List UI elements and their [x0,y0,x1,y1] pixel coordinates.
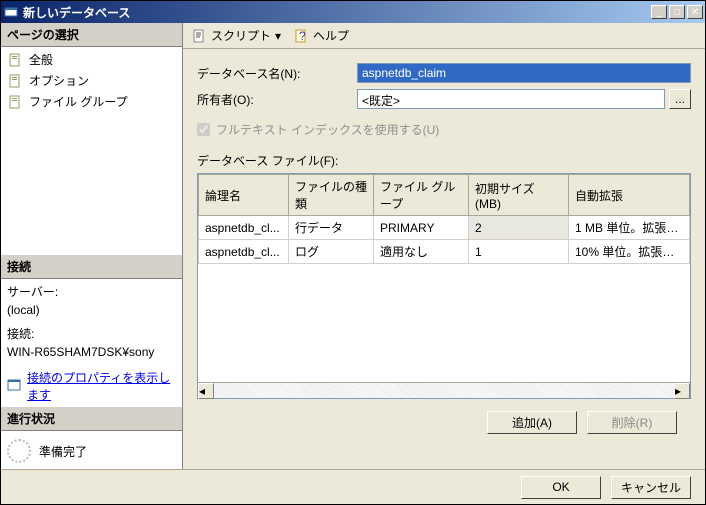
horizontal-scrollbar[interactable]: ◂ ▸ [198,382,690,398]
ok-button[interactable]: OK [521,476,601,499]
sidebar-item-options[interactable]: オプション [3,70,180,91]
help-button[interactable]: ? ヘルプ [289,25,353,46]
owner-browse-button[interactable]: ... [669,89,691,109]
dialog-footer: OK キャンセル [1,469,705,504]
sidebar-item-label: 全般 [29,51,53,68]
sidebar-item-filegroups[interactable]: ファイル グループ [3,91,180,112]
col-header[interactable]: ファイル グループ [374,175,469,216]
page-icon [7,73,23,89]
minimize-button[interactable]: _ [651,5,667,19]
svg-text:?: ? [299,29,306,43]
main-panel: スクリプト ▾ ? ヘルプ データベース名(N): aspnetdb_claim… [183,23,705,471]
maximize-button[interactable]: □ [669,5,685,19]
section-header-page: ページの選択 [1,23,182,47]
progress-text: 準備完了 [39,443,87,460]
dbname-input[interactable]: aspnetdb_claim [357,63,691,83]
conn-label: 接続: [7,325,176,343]
remove-button: 削除(R) [587,411,677,434]
conn-properties-link[interactable]: 接続のプロパティを表示します [1,365,182,407]
dropdown-arrow-icon: ▾ [275,29,281,43]
conn-value: WIN-R65SHAM7DSK¥sony [7,343,176,361]
dbname-label: データベース名(N): [197,65,357,82]
properties-icon [7,378,21,395]
server-label: サーバー: [7,283,176,301]
sidebar-item-label: ファイル グループ [29,93,128,110]
files-grid[interactable]: 論理名 ファイルの種類 ファイル グループ 初期サイズ (MB) 自動拡張 as… [197,173,691,399]
progress-spinner-icon [7,439,31,463]
files-label: データベース ファイル(F): [197,152,691,169]
col-header[interactable]: 自動拡張 [569,175,690,216]
add-button[interactable]: 追加(A) [487,411,577,434]
server-value: (local) [7,301,176,319]
table-row[interactable]: aspnetdb_cl... 行データ PRIMARY 2 1 MB 単位。拡張… [199,216,690,240]
page-icon [7,52,23,68]
sidebar-item-label: オプション [29,72,89,89]
col-header[interactable]: 論理名 [199,175,289,216]
sidebar-item-general[interactable]: 全般 [3,49,180,70]
col-header[interactable]: ファイルの種類 [289,175,374,216]
section-header-progress: 進行状況 [1,407,182,431]
scroll-left-icon[interactable]: ◂ [198,383,214,399]
script-menu[interactable]: スクリプト ▾ [187,25,285,46]
scroll-right-icon[interactable]: ▸ [674,383,690,399]
cancel-button[interactable]: キャンセル [611,476,691,499]
titlebar: 新しいデータベース _ □ ✕ [1,1,705,23]
table-row[interactable]: aspnetdb_cl... ログ 適用なし 1 10% 単位。拡張制限なし。 [199,240,690,264]
col-header[interactable]: 初期サイズ (MB) [469,175,569,216]
fulltext-checkbox [197,123,210,136]
script-icon [191,28,207,44]
sidebar: ページの選択 全般 オプション ファイル グループ 接続 サーバー: (loca… [1,23,183,471]
close-button[interactable]: ✕ [687,5,703,19]
help-icon: ? [293,28,309,44]
toolbar: スクリプト ▾ ? ヘルプ [183,23,705,49]
app-icon [3,4,19,20]
owner-label: 所有者(O): [197,91,357,108]
window-title: 新しいデータベース [23,4,651,21]
owner-input[interactable]: <既定> [357,89,665,109]
page-icon [7,94,23,110]
fulltext-label: フルテキスト インデックスを使用する(U) [216,121,439,138]
section-header-conn: 接続 [1,255,182,279]
